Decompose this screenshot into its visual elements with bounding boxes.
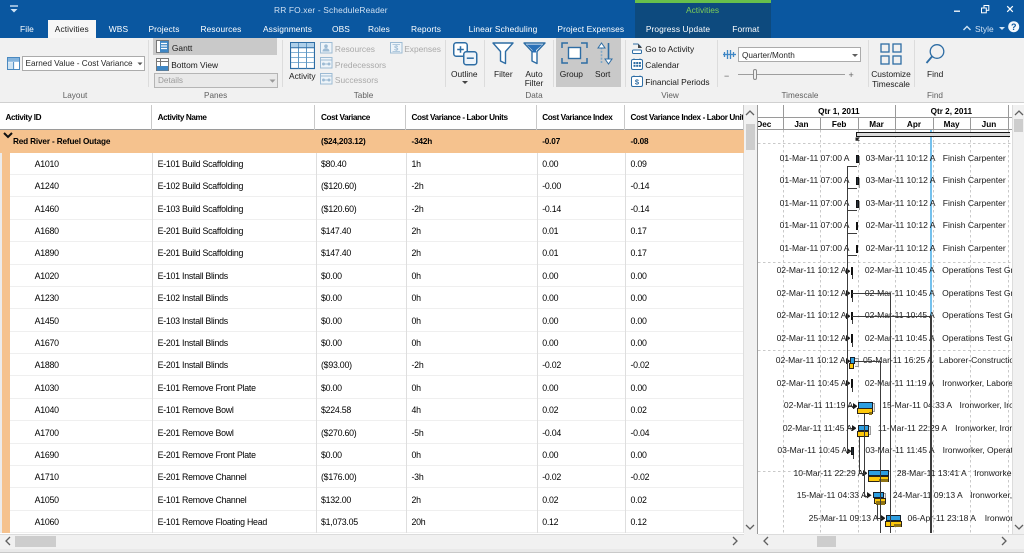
svg-text:?: ? [1011,21,1017,31]
